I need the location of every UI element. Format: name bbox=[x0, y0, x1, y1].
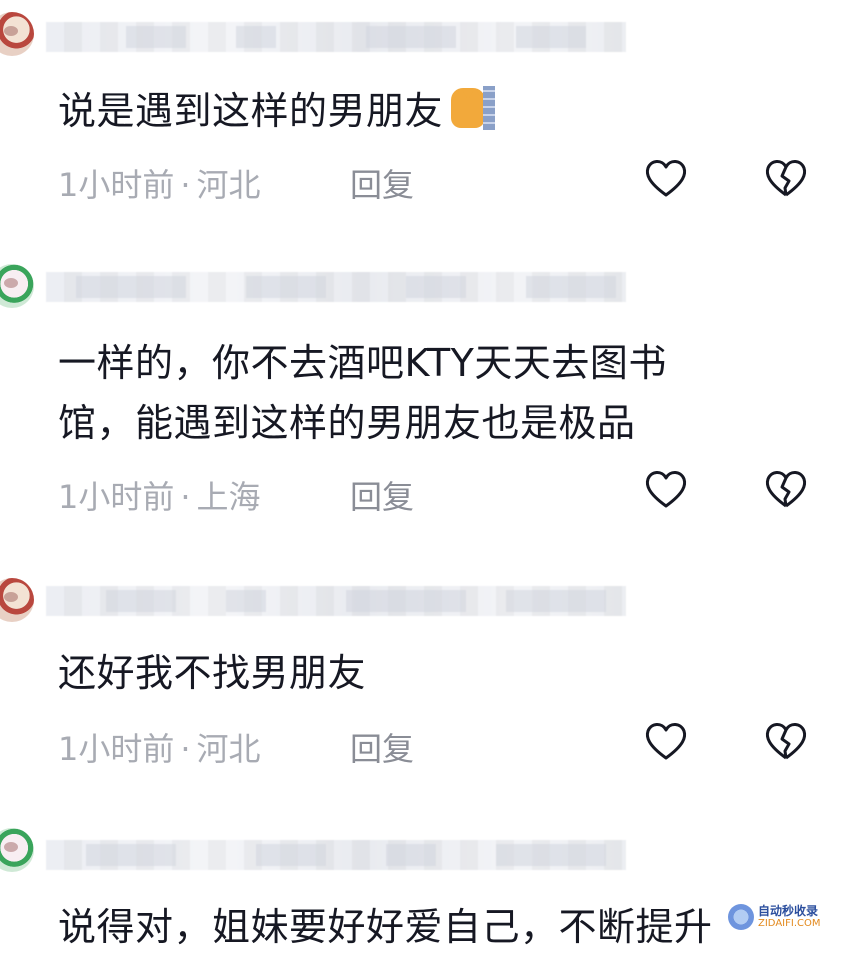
broken-heart-icon[interactable] bbox=[762, 465, 810, 513]
comment-time: 1小时前 bbox=[58, 166, 175, 204]
broken-heart-icon[interactable] bbox=[762, 717, 810, 765]
broken-heart-icon[interactable] bbox=[762, 154, 810, 202]
comment-text: 说是遇到这样的男朋友 bbox=[58, 80, 496, 142]
site-watermark: 自动秒收录 ZIDAIFI.COM bbox=[728, 902, 838, 936]
reply-button[interactable]: 回复 bbox=[350, 472, 414, 518]
meta-separator: · bbox=[180, 478, 191, 516]
comment-text: 说得对，姐妹要好好爱自己，不断提升 bbox=[58, 905, 713, 949]
blurred-username bbox=[46, 272, 626, 302]
avatar[interactable] bbox=[0, 264, 34, 308]
comment-text-line: 一样的，你不去酒吧KTY天天去图书 bbox=[58, 341, 667, 385]
comment-location: 河北 bbox=[196, 166, 261, 204]
watermark-title: 自动秒收录 bbox=[758, 904, 819, 918]
blurred-username bbox=[46, 840, 626, 870]
comment-meta: 1小时前 · 上海 bbox=[58, 472, 261, 518]
comment-time: 1小时前 bbox=[58, 478, 175, 516]
heart-outline-icon[interactable] bbox=[642, 154, 690, 202]
meta-separator: · bbox=[180, 730, 191, 768]
heart-outline-icon[interactable] bbox=[642, 465, 690, 513]
comment-meta: 1小时前 · 河北 bbox=[58, 160, 261, 206]
comment-text-line: 馆，能遇到这样的男朋友也是极品 bbox=[58, 401, 636, 445]
avatar[interactable] bbox=[0, 828, 34, 872]
avatar[interactable] bbox=[0, 12, 34, 56]
blurred-username bbox=[46, 586, 626, 616]
meta-separator: · bbox=[180, 166, 191, 204]
heart-outline-icon[interactable] bbox=[642, 717, 690, 765]
comment-location: 河北 bbox=[196, 730, 261, 768]
avatar[interactable] bbox=[0, 578, 34, 622]
reply-button[interactable]: 回复 bbox=[350, 724, 414, 770]
cat-peeking-emoji bbox=[451, 84, 496, 132]
comment-text: 还好我不找男朋友 bbox=[58, 651, 367, 695]
blurred-username bbox=[46, 22, 626, 52]
watermark-logo-icon bbox=[728, 904, 754, 930]
comment-time: 1小时前 bbox=[58, 730, 175, 768]
comment-location: 上海 bbox=[196, 478, 261, 516]
reply-button[interactable]: 回复 bbox=[350, 160, 414, 206]
watermark-url: ZIDAIFI.COM bbox=[758, 918, 821, 929]
comment-meta: 1小时前 · 河北 bbox=[58, 724, 261, 770]
